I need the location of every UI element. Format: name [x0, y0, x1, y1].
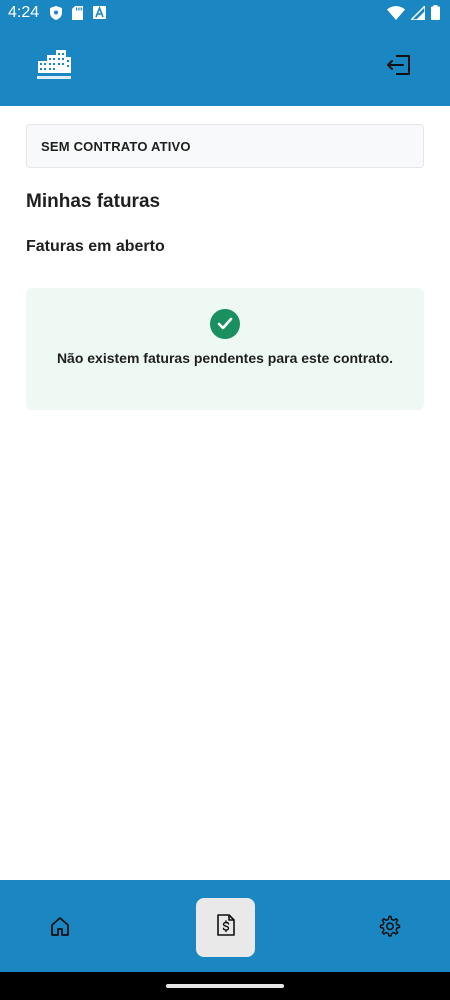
gear-icon: [379, 915, 401, 942]
page-title: Minhas faturas: [26, 191, 161, 212]
home-icon: [49, 915, 71, 942]
shield-icon: [50, 6, 62, 25]
nav-home-button[interactable]: [40, 908, 80, 948]
building-logo-icon: [34, 47, 74, 85]
sd-card-icon: [72, 6, 83, 25]
status-time: 4:24: [8, 4, 40, 21]
wifi-icon: [387, 5, 405, 25]
invoice-dollar-icon: [216, 914, 235, 941]
signal-icon: [409, 3, 426, 25]
logout-icon: [386, 53, 412, 82]
logout-button[interactable]: [384, 53, 414, 81]
status-icons-left: [50, 5, 106, 25]
section-title: Faturas em aberto: [26, 238, 165, 255]
font-icon: [93, 5, 106, 25]
status-icons-right: [387, 3, 440, 25]
empty-state-card: Não existem faturas pendentes para este …: [26, 288, 424, 410]
contract-selector[interactable]: SEM CONTRATO ATIVO: [26, 124, 424, 168]
nav-settings-button[interactable]: [370, 908, 410, 948]
app-header: 4:24: [0, 0, 450, 106]
empty-state-message: Não existem faturas pendentes para este …: [56, 350, 394, 366]
nav-invoices-button[interactable]: [196, 898, 255, 957]
gesture-navigation-area: [0, 972, 450, 1000]
status-bar: 4:24: [0, 0, 450, 28]
gesture-handle[interactable]: [166, 984, 284, 988]
battery-icon: [431, 5, 440, 25]
check-circle-icon: [210, 309, 240, 339]
contract-status-label: SEM CONTRATO ATIVO: [41, 139, 191, 154]
bottom-navigation: [0, 880, 450, 972]
